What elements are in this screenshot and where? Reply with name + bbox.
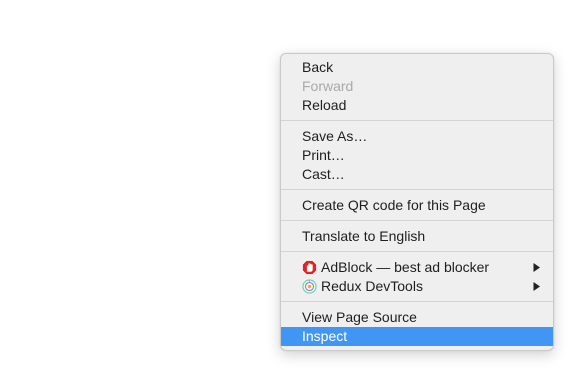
redux-devtools-icon (302, 279, 317, 294)
adblock-hand-icon (302, 260, 317, 275)
chevron-right-icon (533, 282, 540, 291)
menu-item-view-page-source[interactable]: View Page Source (281, 308, 553, 327)
menu-separator (281, 189, 553, 190)
menu-item-adblock[interactable]: AdBlock — best ad blocker (281, 258, 553, 277)
menu-separator (281, 251, 553, 252)
menu-item-label: AdBlock — best ad blocker (321, 259, 490, 275)
menu-item-save-as[interactable]: Save As… (281, 127, 553, 146)
menu-item-cast[interactable]: Cast… (281, 165, 553, 184)
menu-item-redux-devtools[interactable]: Redux DevTools (281, 277, 553, 296)
menu-item-label: Redux DevTools (321, 278, 423, 294)
menu-item-translate[interactable]: Translate to English (281, 227, 553, 246)
menu-item-back[interactable]: Back (281, 58, 553, 77)
menu-separator (281, 120, 553, 121)
menu-item-forward: Forward (302, 78, 354, 94)
context-menu: Back Forward Reload Save As… Print… Cast… (280, 53, 554, 351)
menu-item-inspect[interactable]: Inspect (281, 327, 553, 346)
menu-separator (281, 220, 553, 221)
menu-item-create-qr-code[interactable]: Create QR code for this Page (281, 196, 553, 215)
menu-item-reload[interactable]: Reload (281, 96, 553, 115)
chevron-right-icon (533, 263, 540, 272)
menu-separator (281, 301, 553, 302)
menu-item-print[interactable]: Print… (281, 146, 553, 165)
